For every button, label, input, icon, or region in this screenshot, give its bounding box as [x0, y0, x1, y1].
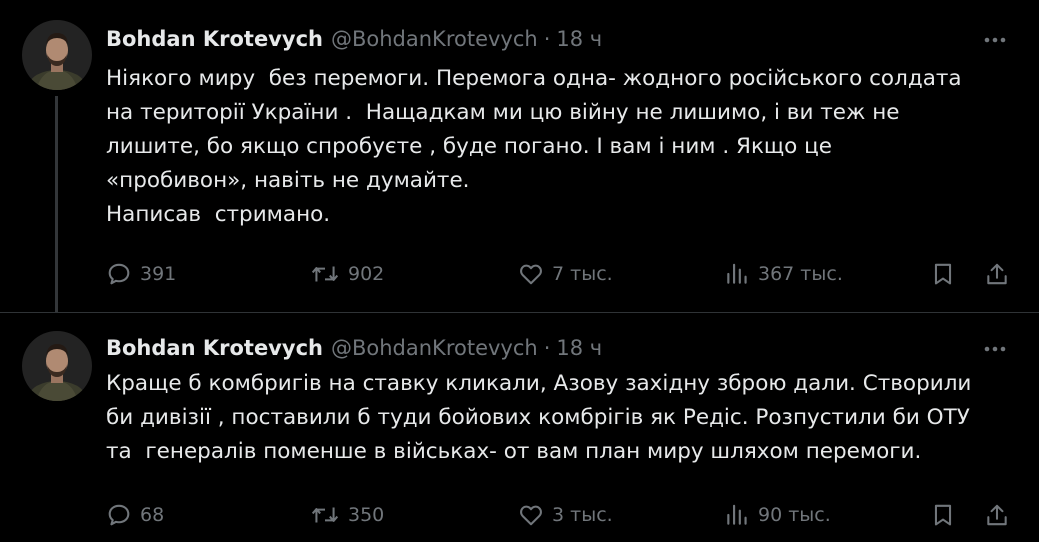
tweet-header: Bohdan Krotevych @BohdanKrotevych · 18 ч [106, 333, 602, 363]
bookmark-button[interactable] [930, 258, 956, 290]
like-button[interactable]: 3 тыс. [518, 499, 613, 531]
share-icon [987, 504, 1007, 526]
tweet-2[interactable]: Bohdan Krotevych @BohdanKrotevych · 18 ч… [0, 313, 1039, 542]
author-handle[interactable]: @BohdanKrotevych [331, 27, 538, 51]
like-count: 3 тыс. [552, 504, 613, 526]
author-name[interactable]: Bohdan Krotevych [106, 27, 323, 51]
timestamp[interactable]: 18 ч [556, 27, 602, 51]
share-icon [987, 263, 1007, 285]
heart-icon [520, 264, 542, 285]
tweet-text: Краще б комбригів на ставку кликали, Азо… [106, 367, 1021, 469]
reply-button[interactable]: 391 [106, 258, 176, 290]
more-icon[interactable] [981, 26, 1009, 54]
share-button[interactable] [984, 499, 1010, 531]
views-button[interactable]: 90 тыс. [724, 499, 831, 531]
bookmark-icon [934, 504, 952, 526]
timestamp[interactable]: 18 ч [556, 336, 602, 360]
heart-icon [520, 505, 542, 526]
tweet-header: Bohdan Krotevych @BohdanKrotevych · 18 ч [106, 24, 602, 54]
reply-button[interactable]: 68 [106, 499, 164, 531]
repost-count: 902 [348, 263, 385, 285]
views-count: 90 тыс. [758, 504, 831, 526]
reply-count: 391 [140, 263, 177, 285]
views-icon [727, 263, 747, 284]
separator: · [543, 27, 551, 51]
avatar[interactable] [22, 331, 92, 401]
tweet-text-line: лишите, бо якщо спробуєте , буде погано.… [106, 134, 833, 159]
author-name[interactable]: Bohdan Krotevych [106, 336, 323, 360]
like-count: 7 тыс. [552, 263, 613, 285]
reply-icon [108, 504, 130, 526]
like-button[interactable]: 7 тыс. [518, 258, 613, 290]
tweet-text-line: би дивізії , поставили б туди бойових ко… [106, 405, 970, 430]
views-count: 367 тыс. [758, 263, 843, 285]
tweet-actions: 68 350 3 тыс. 90 тыс. [106, 499, 1026, 531]
author-handle[interactable]: @BohdanKrotevych [331, 336, 538, 360]
tweet-text-line: та генералів поменше в військах- от вам … [106, 439, 922, 464]
repost-icon [311, 266, 339, 282]
tweet-text-line: «пробивон», навіть не думайте. [106, 168, 470, 193]
tweet-text-line: Написав стримано. [106, 202, 331, 227]
tweet-text-line: Ніякого миру без перемоги. Перемога одна… [106, 66, 962, 91]
avatar[interactable] [22, 20, 92, 90]
repost-count: 350 [348, 504, 385, 526]
views-button[interactable]: 367 тыс. [724, 258, 843, 290]
share-button[interactable] [984, 258, 1010, 290]
bookmark-button[interactable] [930, 499, 956, 531]
bookmark-icon [934, 263, 952, 285]
repost-icon [311, 507, 339, 523]
more-icon[interactable] [981, 335, 1009, 363]
thread-line [55, 96, 58, 312]
reply-count: 68 [140, 504, 165, 526]
tweet-1[interactable]: Bohdan Krotevych @BohdanKrotevych · 18 ч… [0, 0, 1039, 312]
separator: · [543, 336, 551, 360]
repost-button[interactable]: 902 [310, 258, 384, 290]
tweet-text: Ніякого миру без перемоги. Перемога одна… [106, 62, 1021, 232]
views-icon [727, 504, 747, 525]
tweet-text-line: на території України . Нащадкам ми цю ві… [106, 100, 900, 125]
repost-button[interactable]: 350 [310, 499, 384, 531]
reply-icon [108, 263, 130, 285]
tweet-actions: 391 902 7 тыс. 367 тыс. [106, 258, 1026, 290]
tweet-text-line: Краще б комбригів на ставку кликали, Азо… [106, 371, 972, 396]
